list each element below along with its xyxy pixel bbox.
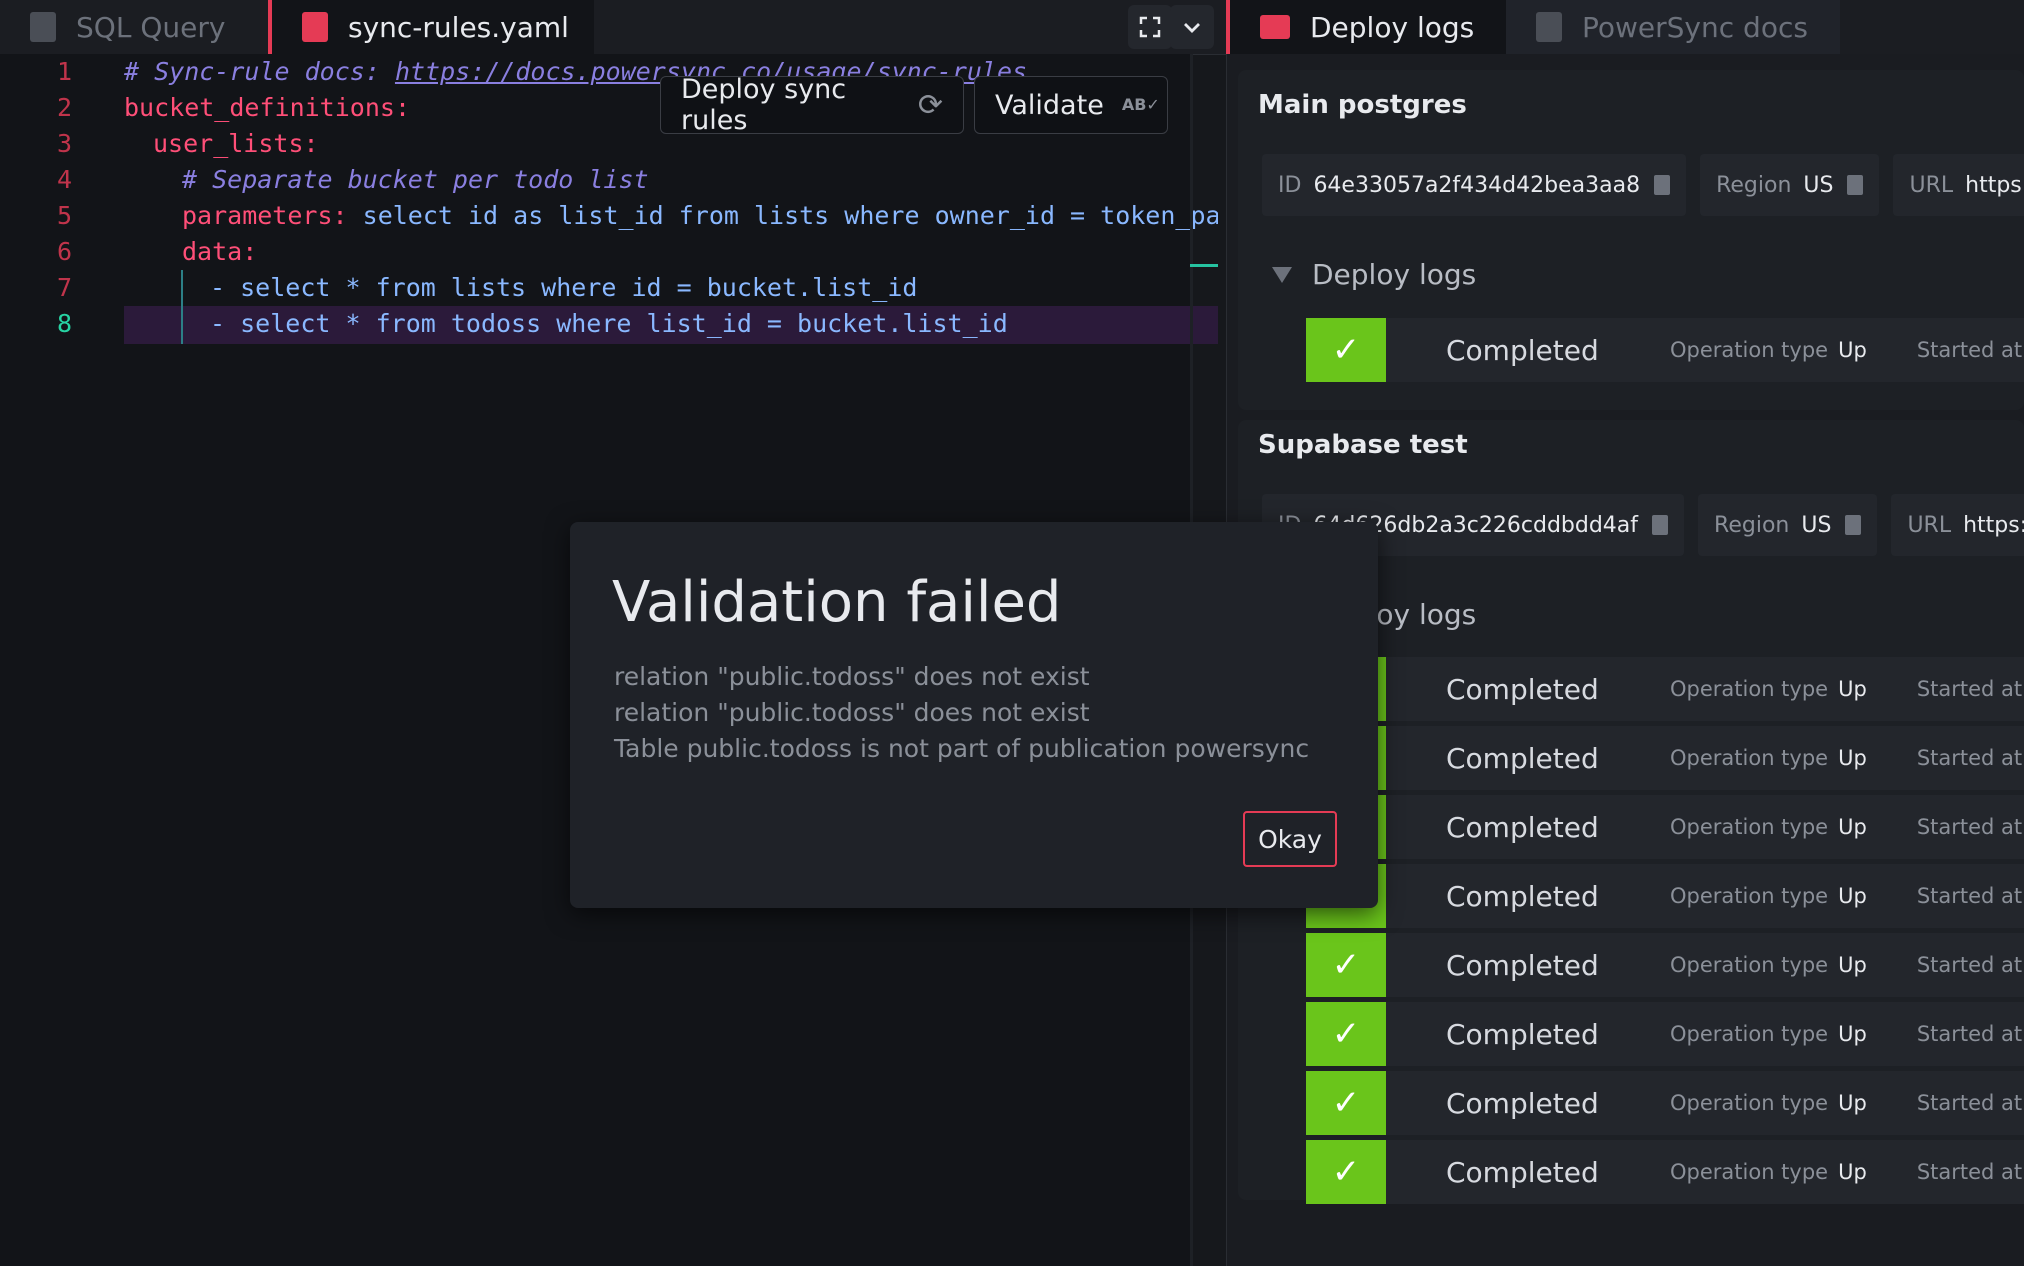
check-icon: ✓ bbox=[1306, 318, 1386, 382]
expand-icon bbox=[1139, 16, 1161, 38]
check-icon: ✓ bbox=[1306, 1071, 1386, 1135]
line-number: 2 bbox=[56, 93, 72, 122]
clipboard-icon[interactable] bbox=[1847, 175, 1864, 195]
okay-button[interactable]: Okay bbox=[1243, 811, 1337, 867]
book-icon bbox=[1536, 12, 1562, 42]
log-row: ✓ Completed Operation type Up Started at bbox=[1306, 1071, 2024, 1135]
error-message: Table public.todoss is not part of publi… bbox=[614, 734, 1310, 763]
error-message: relation "public.todoss" does not exist bbox=[614, 698, 1090, 727]
code-line-6[interactable]: data: bbox=[182, 234, 257, 270]
log-row: ✓ Completed Operation type Up Started at bbox=[1306, 864, 2024, 928]
validation-dialog: Validation failed relation "public.todos… bbox=[570, 522, 1378, 908]
line-number: 6 bbox=[56, 237, 72, 266]
url-chip: URL https://64 bbox=[1893, 154, 2024, 216]
tab-deploy-logs[interactable]: Deploy logs bbox=[1226, 0, 1506, 54]
spellcheck-icon: AB✓ bbox=[1121, 95, 1160, 114]
dropdown-button[interactable] bbox=[1170, 5, 1214, 49]
instance-meta: ID 64e33057a2f434d42bea3aa8 Region US UR… bbox=[1262, 154, 2024, 216]
code-line-3[interactable]: user_lists: bbox=[153, 126, 319, 162]
line-number: 1 bbox=[56, 57, 72, 86]
tab-label: Deploy logs bbox=[1310, 10, 1475, 44]
line-number: 7 bbox=[56, 273, 72, 302]
line-number: 4 bbox=[56, 165, 72, 194]
indent-guide bbox=[181, 270, 183, 344]
line-number: 8 bbox=[56, 309, 72, 338]
clipboard-icon[interactable] bbox=[1654, 175, 1671, 195]
tab-sync-rules[interactable]: sync-rules.yaml bbox=[268, 0, 594, 54]
tab-powersync-docs[interactable]: PowerSync docs bbox=[1506, 0, 1840, 54]
line-number: 5 bbox=[56, 201, 72, 230]
tab-label: SQL Query bbox=[76, 10, 226, 44]
line-number: 3 bbox=[56, 129, 72, 158]
deploy-sync-rules-button[interactable]: Deploy sync rules ⟳ bbox=[660, 74, 964, 136]
file-icon bbox=[302, 12, 328, 42]
check-icon: ✓ bbox=[1306, 933, 1386, 997]
log-row: ✓ Completed Operation type Up Started at bbox=[1306, 795, 2024, 859]
maximize-button[interactable] bbox=[1128, 5, 1172, 49]
tab-bar: SQL Query sync-rules.yaml Deploy logs Po… bbox=[0, 0, 2024, 55]
check-icon: ✓ bbox=[1306, 1140, 1386, 1204]
instance-title: Main postgres bbox=[1258, 90, 1467, 120]
log-row: ✓ Completed Operation type Up Started at bbox=[1306, 318, 2024, 382]
code-line-5[interactable]: parameters: select id as list_id from li… bbox=[182, 198, 1218, 234]
dialog-title: Validation failed bbox=[612, 570, 1062, 635]
instance-title: Supabase test bbox=[1258, 430, 1468, 460]
refresh-icon: ⟳ bbox=[917, 87, 943, 123]
log-row: ✓ Completed Operation type Up Started at bbox=[1306, 657, 2024, 721]
scroll-marker bbox=[1190, 264, 1218, 267]
id-chip: ID 64e33057a2f434d42bea3aa8 bbox=[1262, 154, 1687, 216]
chevron-down-icon bbox=[1184, 23, 1200, 33]
tab-label: PowerSync docs bbox=[1582, 10, 1808, 44]
code-line-7[interactable]: - select * from lists where id = bucket.… bbox=[210, 270, 917, 306]
clipboard-icon[interactable] bbox=[1652, 515, 1669, 535]
tab-label: sync-rules.yaml bbox=[348, 10, 569, 44]
check-icon: ✓ bbox=[1306, 1002, 1386, 1066]
code-line-2[interactable]: bucket_definitions: bbox=[124, 90, 410, 126]
log-row: ✓ Completed Operation type Up Started at bbox=[1306, 1002, 2024, 1066]
url-chip: URL https://6 bbox=[1891, 494, 2024, 556]
code-line-8[interactable]: - select * from todoss where list_id = b… bbox=[210, 306, 1008, 342]
log-row: ✓ Completed Operation type Up Started at bbox=[1306, 726, 2024, 790]
validate-button[interactable]: Validate AB✓ bbox=[974, 76, 1168, 134]
tab-sql-query[interactable]: SQL Query bbox=[0, 0, 268, 54]
clipboard-icon[interactable] bbox=[1845, 515, 1862, 535]
log-row: ✓ Completed Operation type Up Started at bbox=[1306, 1140, 2024, 1204]
list-icon bbox=[1260, 15, 1290, 39]
error-message: relation "public.todoss" does not exist bbox=[614, 662, 1090, 691]
log-row: ✓ Completed Operation type Up Started at bbox=[1306, 933, 2024, 997]
region-chip: Region US bbox=[1698, 494, 1878, 556]
code-line-4[interactable]: # Separate bucket per todo list bbox=[182, 162, 649, 198]
region-chip: Region US bbox=[1700, 154, 1880, 216]
deploy-logs-toggle[interactable]: Deploy logs bbox=[1272, 258, 1476, 291]
caret-down-icon bbox=[1272, 266, 1292, 283]
phone-icon bbox=[30, 12, 56, 42]
